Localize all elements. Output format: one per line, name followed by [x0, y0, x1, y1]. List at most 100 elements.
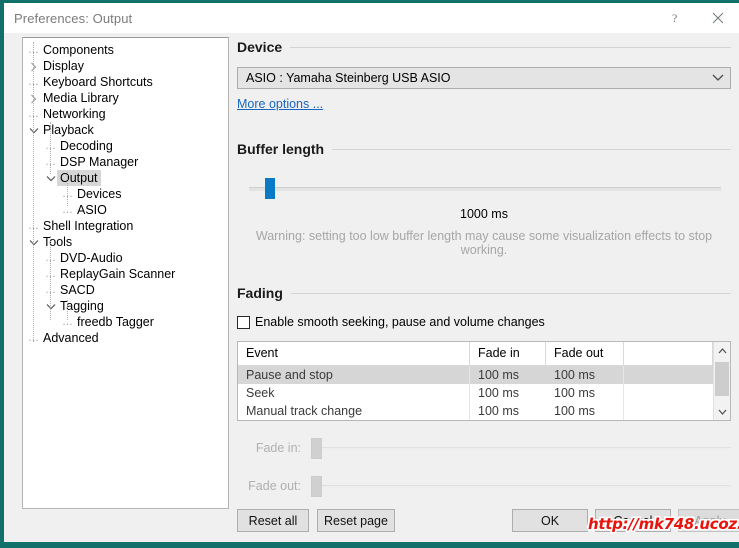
scroll-down-icon[interactable]	[714, 403, 730, 420]
fading-cell-empty	[624, 402, 713, 420]
device-group-header: Device	[237, 37, 731, 57]
table-row[interactable]: Manual track change 100 ms 100 ms	[238, 402, 713, 420]
chevron-down-icon[interactable]	[27, 122, 40, 138]
tree-item-label: Display	[43, 59, 84, 73]
tree-item-label: ReplayGain Scanner	[60, 267, 176, 281]
tree-item-tools[interactable]: Tools	[23, 234, 228, 250]
title-bar-buttons: ?	[655, 3, 739, 33]
tree-item-label: SACD	[60, 283, 95, 297]
table-row[interactable]: Pause and stop 100 ms 100 ms	[238, 366, 713, 384]
fade-in-slider-track	[321, 447, 731, 450]
chevron-down-icon[interactable]	[27, 234, 40, 250]
scroll-up-icon[interactable]	[714, 342, 730, 359]
tree-branch-marker: …	[45, 268, 56, 280]
tree-item-label: ASIO	[77, 203, 107, 217]
tree-item-dsp-manager[interactable]: … DSP Manager	[40, 154, 228, 170]
chevron-down-icon[interactable]	[44, 170, 57, 186]
tree-item-networking[interactable]: … Networking	[23, 106, 228, 122]
tree-item-keyboard-shortcuts[interactable]: … Keyboard Shortcuts	[23, 74, 228, 90]
chevron-right-icon[interactable]	[27, 90, 40, 106]
buffer-length-slider[interactable]	[237, 177, 731, 199]
tree-branch-marker: …	[28, 44, 39, 56]
tree-item-sacd[interactable]: … SACD	[40, 282, 228, 298]
tree-item-label: Devices	[77, 187, 122, 201]
tree-item-components[interactable]: … Components	[23, 42, 228, 58]
help-icon[interactable]: ?	[655, 3, 697, 33]
tree-item-freedb-tagger[interactable]: … freedb Tagger	[57, 314, 228, 330]
tree-item-devices[interactable]: … Devices	[57, 186, 228, 202]
buffer-slider-thumb[interactable]	[265, 178, 275, 199]
fade-out-slider	[311, 475, 731, 497]
tree-branch-marker: …	[28, 76, 39, 88]
fading-table-body: Event Fade in Fade out Pause and stop 100 m…	[238, 342, 713, 420]
fade-out-slider-track	[321, 485, 731, 488]
tree-item-shell-integration[interactable]: … Shell Integration	[23, 218, 228, 234]
fading-cell-fade-out: 100 ms	[546, 366, 624, 384]
fading-column-header[interactable]: Event	[238, 342, 470, 365]
tree-branch-marker: …	[62, 316, 73, 328]
close-icon[interactable]	[697, 3, 739, 33]
fading-column-header[interactable]: Fade in	[470, 342, 546, 365]
fade-in-label: Fade in:	[255, 441, 301, 455]
tree-branch-marker: …	[62, 204, 73, 216]
buffer-group-header: Buffer length	[237, 139, 731, 159]
tree-item-label: Networking	[43, 107, 106, 121]
fading-group-title: Fading	[237, 285, 283, 301]
settings-content: Device ASIO : Yamaha Steinberg USB ASIO …	[237, 37, 731, 536]
tree-item-label: Shell Integration	[43, 219, 134, 233]
reset-page-button[interactable]: Reset page	[317, 509, 395, 532]
ok-button[interactable]: OK	[512, 509, 588, 532]
fading-table[interactable]: Event Fade in Fade out Pause and stop 100 m…	[237, 341, 731, 421]
tree-item-asio[interactable]: … ASIO	[57, 202, 228, 218]
buffer-length-warning: Warning: setting too low buffer length m…	[255, 229, 713, 257]
tree-branch-marker: …	[62, 188, 73, 200]
fading-group-header: Fading	[237, 283, 731, 303]
divider	[290, 46, 731, 48]
scrollbar-thumb[interactable]	[715, 362, 729, 396]
fading-cell-empty	[624, 384, 713, 402]
fading-table-scrollbar[interactable]	[713, 342, 730, 420]
tree-item-dvd-audio[interactable]: … DVD-Audio	[40, 250, 228, 266]
enable-smooth-seeking-row[interactable]: Enable smooth seeking, pause and volume …	[237, 315, 731, 329]
tree-item-replaygain-scanner[interactable]: … ReplayGain Scanner	[40, 266, 228, 282]
settings-tree[interactable]: … Components Display … Keyboard Shortcuts Med…	[22, 37, 229, 509]
tree-item-display[interactable]: Display	[23, 58, 228, 74]
tree-branch-marker: …	[28, 220, 39, 232]
enable-smooth-seeking-label: Enable smooth seeking, pause and volume …	[255, 315, 545, 329]
more-options-link[interactable]: More options ...	[237, 97, 323, 111]
tree-branch-marker: …	[45, 284, 56, 296]
tree-branch-marker: …	[45, 140, 56, 152]
tree-item-output[interactable]: Output	[40, 170, 228, 186]
tree-item-advanced[interactable]: … Advanced	[23, 330, 228, 346]
tree-branch-marker: …	[28, 108, 39, 120]
tree-item-label: Tagging	[60, 299, 104, 313]
fading-table-header: Event Fade in Fade out	[238, 342, 713, 366]
divider	[290, 292, 731, 294]
tree-item-decoding[interactable]: … Decoding	[40, 138, 228, 154]
device-select[interactable]: ASIO : Yamaha Steinberg USB ASIO	[237, 67, 731, 89]
buffer-slider-track[interactable]	[249, 187, 721, 191]
fading-cell-event: Pause and stop	[238, 366, 470, 384]
fading-column-header[interactable]: Fade out	[546, 342, 624, 365]
chevron-right-icon[interactable]	[27, 58, 40, 74]
tree-branch-marker: …	[45, 156, 56, 168]
tree-item-media-library[interactable]: Media Library	[23, 90, 228, 106]
tree-branch-marker: …	[28, 332, 39, 344]
window-title: Preferences: Output	[14, 10, 133, 26]
table-row[interactable]: Seek 100 ms 100 ms	[238, 384, 713, 402]
tree-item-tagging[interactable]: Tagging	[40, 298, 228, 314]
device-select-value: ASIO : Yamaha Steinberg USB ASIO	[246, 71, 451, 85]
buffer-length-value: 1000 ms	[460, 207, 508, 221]
fading-column-header[interactable]	[624, 342, 713, 365]
device-group-title: Device	[237, 39, 283, 55]
enable-smooth-seeking-checkbox[interactable]	[237, 315, 250, 329]
tree-item-playback[interactable]: Playback	[23, 122, 228, 138]
fade-out-label: Fade out:	[248, 479, 301, 493]
site-watermark: http://mk748.ucoz.ru	[588, 515, 739, 533]
fade-in-slider-thumb	[311, 438, 322, 459]
tree-item-label: Components	[43, 43, 114, 57]
fade-out-row: Fade out:	[237, 475, 731, 497]
reset-all-button[interactable]: Reset all	[237, 509, 309, 532]
tree-item-label: DSP Manager	[60, 155, 139, 169]
chevron-down-icon[interactable]	[44, 298, 57, 314]
